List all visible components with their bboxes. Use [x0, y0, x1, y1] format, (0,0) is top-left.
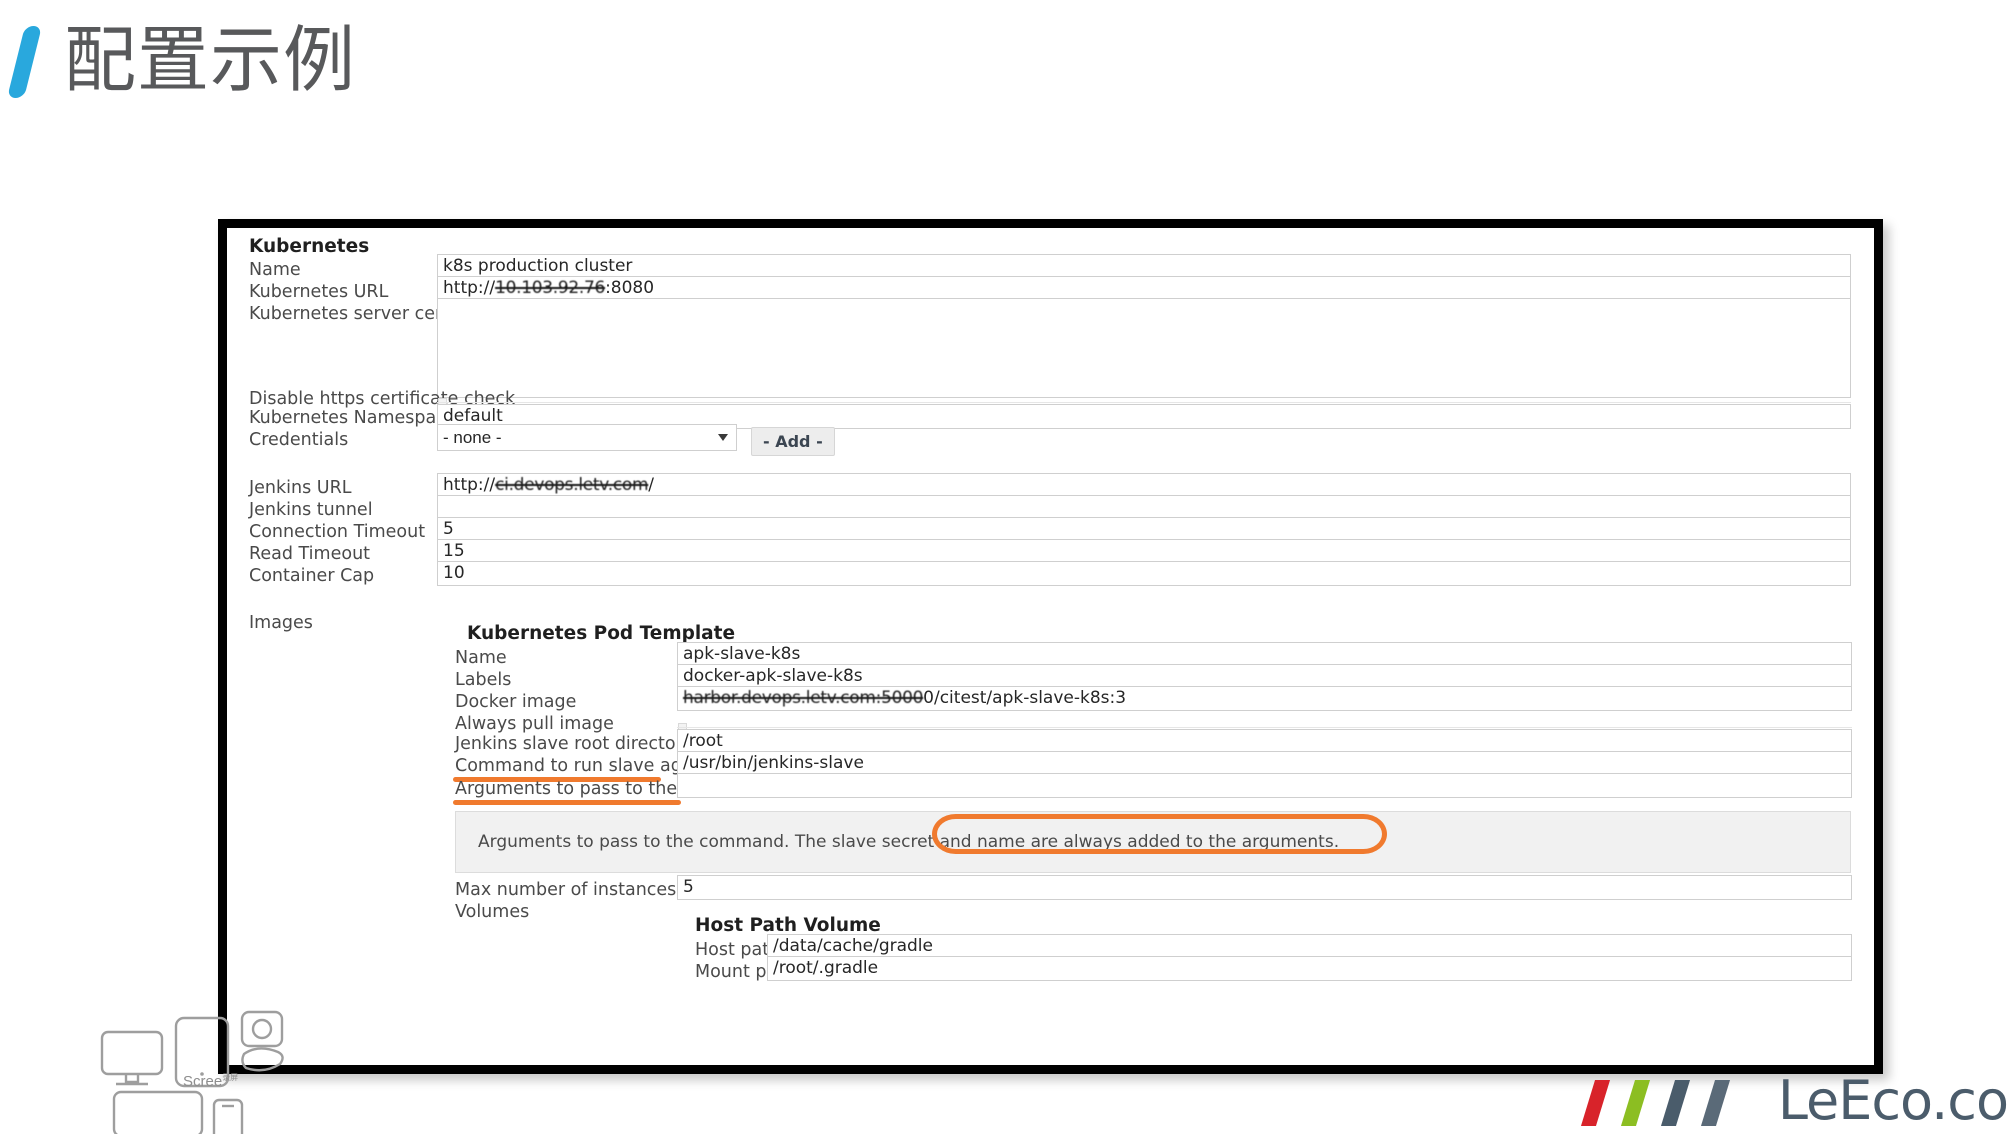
- add-credentials-button[interactable]: - Add -: [751, 427, 835, 456]
- watermark-superscript: 录屏: [222, 1073, 238, 1082]
- kubernetes-url-redacted: 10.103.92.76: [495, 278, 605, 298]
- input-docker-image[interactable]: harbor.devops.letv.com:50000/citest/apk-…: [677, 686, 1852, 711]
- label-max-instances: Max number of instances: [455, 880, 676, 900]
- label-pod-name: Name: [455, 648, 507, 668]
- monitor-icon: [102, 1032, 162, 1084]
- label-kubernetes-url: Kubernetes URL: [249, 282, 388, 302]
- title-slash-icon: [14, 22, 38, 98]
- kubernetes-url-suffix: :8080: [605, 278, 654, 298]
- label-pod-labels: Labels: [455, 670, 511, 690]
- chevron-down-icon: [718, 434, 728, 441]
- label-credentials: Credentials: [249, 430, 348, 450]
- annotation-underline-arguments: [453, 800, 681, 805]
- section-header-host-path-volume: Host Path Volume: [695, 915, 881, 936]
- label-name: Name: [249, 260, 301, 280]
- section-header-pod-template: Kubernetes Pod Template: [467, 623, 735, 644]
- leeco-logo: LeEco.co: [1588, 1056, 2008, 1126]
- docker-image-suffix: 0/citest/apk-slave-k8s:3: [923, 688, 1126, 708]
- section-header-kubernetes: Kubernetes: [249, 236, 369, 257]
- help-text-arguments: Arguments to pass to the command. The sl…: [455, 811, 1851, 873]
- leeco-wordmark: LeEco.co: [1778, 1075, 2008, 1126]
- help-text-prefix: Arguments to pass to the command.: [478, 832, 789, 852]
- embedded-screenshot-frame: Kubernetes Name k8s production cluster K…: [218, 219, 1883, 1074]
- label-always-pull-image: Always pull image: [455, 714, 614, 734]
- device-watermark: [96, 1006, 386, 1134]
- label-command-to-run-slave-agent: Command to run slave agent: [455, 756, 711, 776]
- kubernetes-url-prefix: http://: [443, 278, 495, 298]
- label-slave-root-directory: Jenkins slave root directory: [455, 734, 693, 754]
- label-connection-timeout: Connection Timeout: [249, 522, 425, 542]
- label-images: Images: [249, 613, 313, 633]
- help-text-highlight: The slave secret and name are always add…: [795, 832, 1339, 852]
- phone-icon: [214, 1100, 242, 1134]
- tv-icon: [104, 1092, 212, 1134]
- divider-disable-https: [437, 402, 1851, 403]
- docker-image-redacted: harbor.devops.letv.com:5000: [683, 688, 923, 708]
- remote-icon: [242, 1048, 282, 1070]
- label-kubernetes-namespace: Kubernetes Namespace: [249, 408, 457, 428]
- jenkins-url-prefix: http://: [443, 475, 495, 495]
- input-max-instances[interactable]: 5: [677, 875, 1852, 900]
- input-arguments-to-pass[interactable]: [677, 773, 1852, 798]
- label-read-timeout: Read Timeout: [249, 544, 370, 564]
- input-container-cap[interactable]: 10: [437, 561, 1851, 586]
- watermark-label: Scree录屏: [183, 1072, 238, 1090]
- jenkins-url-suffix: /: [648, 475, 654, 495]
- page-title-text: 配置示例: [64, 24, 356, 96]
- jenkins-url-redacted: ci.devops.letv.com: [495, 475, 648, 495]
- select-credentials[interactable]: - none -: [437, 424, 737, 451]
- label-jenkins-tunnel: Jenkins tunnel: [249, 500, 373, 520]
- label-volumes: Volumes: [455, 902, 529, 922]
- divider-always-pull: [677, 727, 1852, 728]
- camera-icon: [242, 1012, 282, 1046]
- watermark-label-text: Scree: [183, 1073, 222, 1090]
- input-mount-path[interactable]: /root/.gradle: [767, 956, 1852, 981]
- textarea-server-certificate-key[interactable]: [437, 298, 1851, 398]
- label-container-cap: Container Cap: [249, 566, 374, 586]
- page-title: 配置示例: [0, 0, 356, 120]
- kubernetes-cloud-config-form: Kubernetes Name k8s production cluster K…: [227, 228, 1874, 1065]
- label-docker-image: Docker image: [455, 692, 576, 712]
- select-credentials-value: - none -: [443, 428, 502, 447]
- leeco-bars-icon: [1588, 1080, 1764, 1126]
- label-jenkins-url: Jenkins URL: [249, 478, 352, 498]
